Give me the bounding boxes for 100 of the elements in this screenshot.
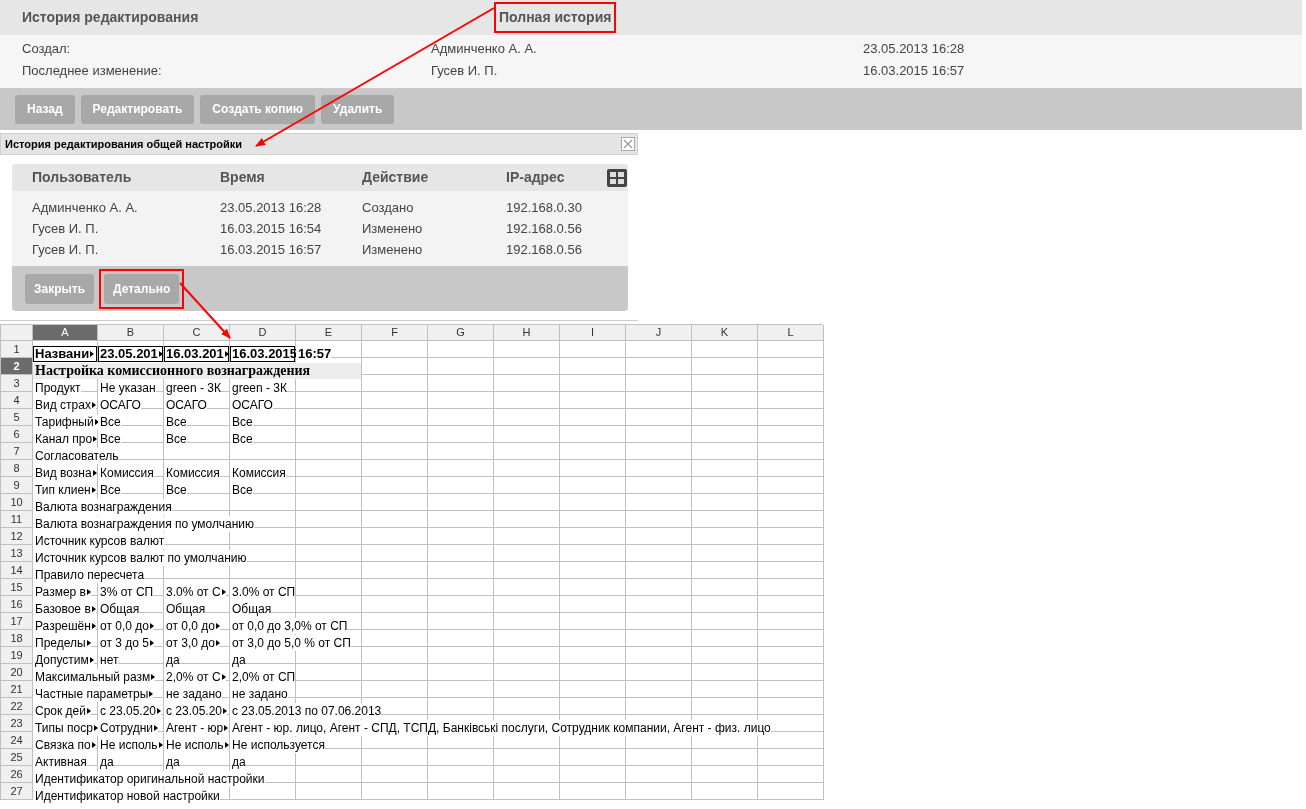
column-header[interactable]: J — [626, 325, 692, 341]
empty-cell — [560, 681, 626, 698]
empty-cell — [296, 579, 362, 596]
row-header[interactable]: 7 — [1, 443, 33, 460]
info-label: Создал: — [22, 40, 72, 59]
empty-cell — [362, 664, 428, 681]
empty-cell — [560, 443, 626, 460]
row-header[interactable]: 9 — [1, 477, 33, 494]
table-cell-text: 192.168.0.56 — [506, 240, 583, 259]
column-header[interactable]: B — [98, 325, 164, 341]
column-header[interactable]: I — [560, 325, 626, 341]
row-header[interactable]: 3 — [1, 375, 33, 392]
empty-cell — [626, 783, 692, 800]
row-header[interactable]: 11 — [1, 511, 33, 528]
row-header[interactable]: 18 — [1, 630, 33, 647]
sheet-corner[interactable] — [1, 325, 33, 341]
column-header[interactable]: A — [33, 325, 98, 341]
row-header[interactable]: 6 — [1, 426, 33, 443]
row-header[interactable]: 13 — [1, 545, 33, 562]
column-header[interactable]: H — [494, 325, 560, 341]
column-header[interactable]: D — [230, 325, 296, 341]
row-header[interactable]: 26 — [1, 766, 33, 783]
table-cell: Агент - юр. лицо, Агент - СПД, ТСПД, Банківські послуги, Сотрудник компании, Агент - физ. лицо — [230, 720, 771, 736]
empty-cell — [626, 511, 692, 528]
empty-cell — [428, 494, 494, 511]
empty-cell — [296, 766, 362, 783]
empty-cell — [494, 460, 560, 477]
table-cell: Валюта вознаграждения — [33, 499, 172, 515]
row-header[interactable]: 21 — [1, 681, 33, 698]
empty-cell — [560, 647, 626, 664]
empty-cell — [692, 545, 758, 562]
row-header[interactable]: 12 — [1, 528, 33, 545]
empty-cell — [692, 460, 758, 477]
empty-cell — [758, 562, 824, 579]
empty-cell — [626, 647, 692, 664]
row-header[interactable]: 10 — [1, 494, 33, 511]
column-header[interactable]: C — [164, 325, 230, 341]
table-cell: с 23.05.2013 по 07.06.2013 — [230, 703, 382, 719]
empty-cell — [758, 375, 824, 392]
table-cell: от 3,0 до 5,0 % от СП — [230, 635, 351, 651]
row-header[interactable]: 8 — [1, 460, 33, 477]
row-header[interactable]: 17 — [1, 613, 33, 630]
empty-cell — [494, 596, 560, 613]
table-cell: Агент - юр — [164, 720, 229, 736]
column-header[interactable]: G — [428, 325, 494, 341]
empty-cell — [626, 494, 692, 511]
empty-cell — [758, 630, 824, 647]
empty-cell — [758, 341, 824, 358]
empty-cell — [494, 426, 560, 443]
empty-cell — [428, 766, 494, 783]
row-header[interactable]: 4 — [1, 392, 33, 409]
empty-cell — [692, 647, 758, 664]
row-header[interactable]: 16 — [1, 596, 33, 613]
empty-cell — [494, 443, 560, 460]
empty-cell — [626, 681, 692, 698]
row-header[interactable]: 1 — [1, 341, 33, 358]
empty-cell — [626, 664, 692, 681]
empty-cell — [626, 613, 692, 630]
info-time: 16.03.2015 16:57 — [863, 62, 965, 81]
empty-cell — [362, 647, 428, 664]
empty-cell — [494, 664, 560, 681]
empty-cell — [494, 647, 560, 664]
info-label: Последнее изменение: — [22, 62, 163, 81]
column-header[interactable]: E — [296, 325, 362, 341]
row-header[interactable]: 20 — [1, 664, 33, 681]
column-header[interactable]: K — [692, 325, 758, 341]
column-header[interactable]: L — [758, 325, 824, 341]
table-cell: Срок дей — [33, 703, 91, 719]
row-header[interactable]: 24 — [1, 732, 33, 749]
empty-cell — [428, 681, 494, 698]
empty-cell — [362, 426, 428, 443]
row-header[interactable]: 19 — [1, 647, 33, 664]
empty-cell — [494, 579, 560, 596]
row-header[interactable]: 15 — [1, 579, 33, 596]
row-header[interactable]: 5 — [1, 409, 33, 426]
table-cell: Настройка комиссионного вознаграждения — [33, 363, 361, 379]
empty-cell — [692, 664, 758, 681]
column-header[interactable]: F — [362, 325, 428, 341]
empty-cell — [494, 613, 560, 630]
empty-cell — [758, 579, 824, 596]
empty-cell — [362, 766, 428, 783]
table-cell: Источник курсов валют по умолчанию — [33, 550, 247, 566]
close-icon[interactable] — [621, 137, 635, 151]
empty-cell — [494, 783, 560, 800]
row-header[interactable]: 25 — [1, 749, 33, 766]
row-header[interactable]: 22 — [1, 698, 33, 715]
empty-cell — [560, 528, 626, 545]
row-header[interactable]: 27 — [1, 783, 33, 800]
empty-cell — [626, 562, 692, 579]
empty-cell — [428, 528, 494, 545]
empty-cell — [560, 749, 626, 766]
column-layout-icon[interactable] — [607, 168, 627, 187]
full-history-link[interactable]: Полная история — [499, 7, 612, 28]
empty-cell — [494, 528, 560, 545]
row-header[interactable]: 2 — [1, 358, 33, 375]
row-header[interactable]: 23 — [1, 715, 33, 732]
empty-cell — [758, 698, 824, 715]
empty-cell — [560, 341, 626, 358]
empty-cell — [494, 392, 560, 409]
row-header[interactable]: 14 — [1, 562, 33, 579]
